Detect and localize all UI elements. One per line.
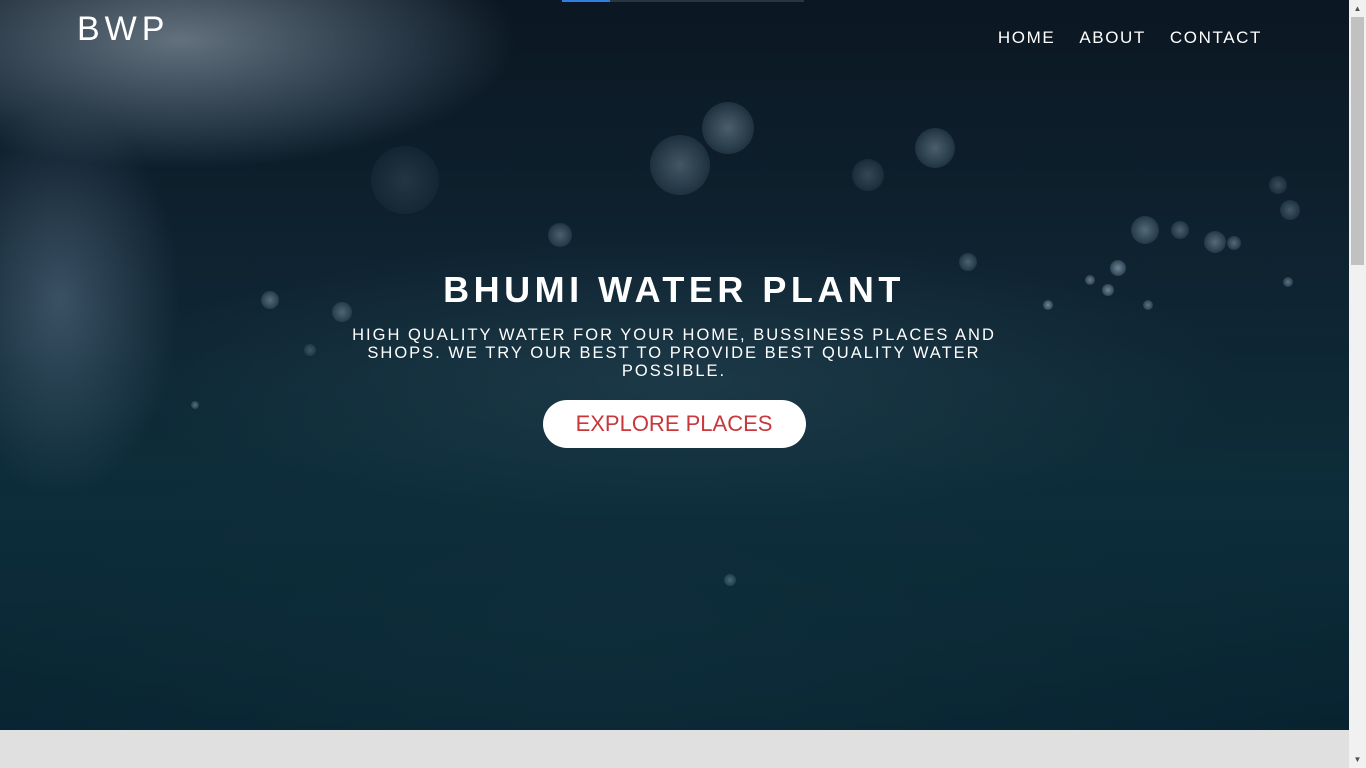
bokeh-dot bbox=[191, 401, 199, 409]
bokeh-dot bbox=[1043, 300, 1053, 310]
hero-title: BHUMI WATER PLANT bbox=[443, 269, 905, 310]
bokeh-dot bbox=[1131, 216, 1159, 244]
main-nav: HOME ABOUT CONTACT bbox=[998, 28, 1262, 48]
bokeh-dot bbox=[1085, 275, 1095, 285]
page-viewport: BWP HOME ABOUT CONTACT BHUMI WATER PLANT… bbox=[0, 0, 1349, 768]
bokeh-dot bbox=[1171, 221, 1189, 239]
bokeh-dot bbox=[1227, 236, 1241, 250]
triangle-up-icon[interactable]: ▲ bbox=[1349, 0, 1366, 17]
hero-section: BWP HOME ABOUT CONTACT BHUMI WATER PLANT… bbox=[0, 0, 1349, 730]
bokeh-dot bbox=[261, 291, 279, 309]
slide-progress-bar bbox=[562, 0, 804, 2]
bokeh-dot bbox=[1204, 231, 1226, 253]
scrollbar-thumb[interactable] bbox=[1351, 17, 1364, 265]
nav-about[interactable]: ABOUT bbox=[1079, 28, 1146, 48]
bokeh-dot bbox=[650, 135, 710, 195]
brand-logo[interactable]: BWP bbox=[77, 10, 169, 49]
triangle-down-icon[interactable]: ▼ bbox=[1349, 751, 1366, 768]
nav-home[interactable]: HOME bbox=[998, 28, 1055, 48]
explore-places-button[interactable]: EXPLORE PLACES bbox=[542, 400, 806, 448]
bokeh-dot bbox=[915, 128, 955, 168]
nav-contact[interactable]: CONTACT bbox=[1170, 28, 1262, 48]
slide-progress-fill bbox=[562, 0, 611, 2]
bokeh-dot bbox=[371, 146, 439, 214]
bokeh-dot bbox=[702, 102, 754, 154]
hero-content: BHUMI WATER PLANT HIGH QUALITY WATER FOR… bbox=[340, 268, 1008, 448]
bokeh-dot bbox=[1283, 277, 1293, 287]
bokeh-dot bbox=[1110, 260, 1126, 276]
bokeh-dot bbox=[1143, 300, 1153, 310]
vertical-scrollbar[interactable]: ▲ ▼ bbox=[1349, 0, 1366, 768]
bokeh-dot bbox=[1102, 284, 1114, 296]
next-section bbox=[0, 730, 1349, 768]
bokeh-dot bbox=[548, 223, 572, 247]
bokeh-dot bbox=[852, 159, 884, 191]
bokeh-dot bbox=[1280, 200, 1300, 220]
bokeh-dot bbox=[304, 344, 316, 356]
bokeh-dot bbox=[724, 574, 736, 586]
hero-subtitle: HIGH QUALITY WATER FOR YOUR HOME, BUSSIN… bbox=[352, 326, 996, 380]
bokeh-dot bbox=[1269, 176, 1287, 194]
